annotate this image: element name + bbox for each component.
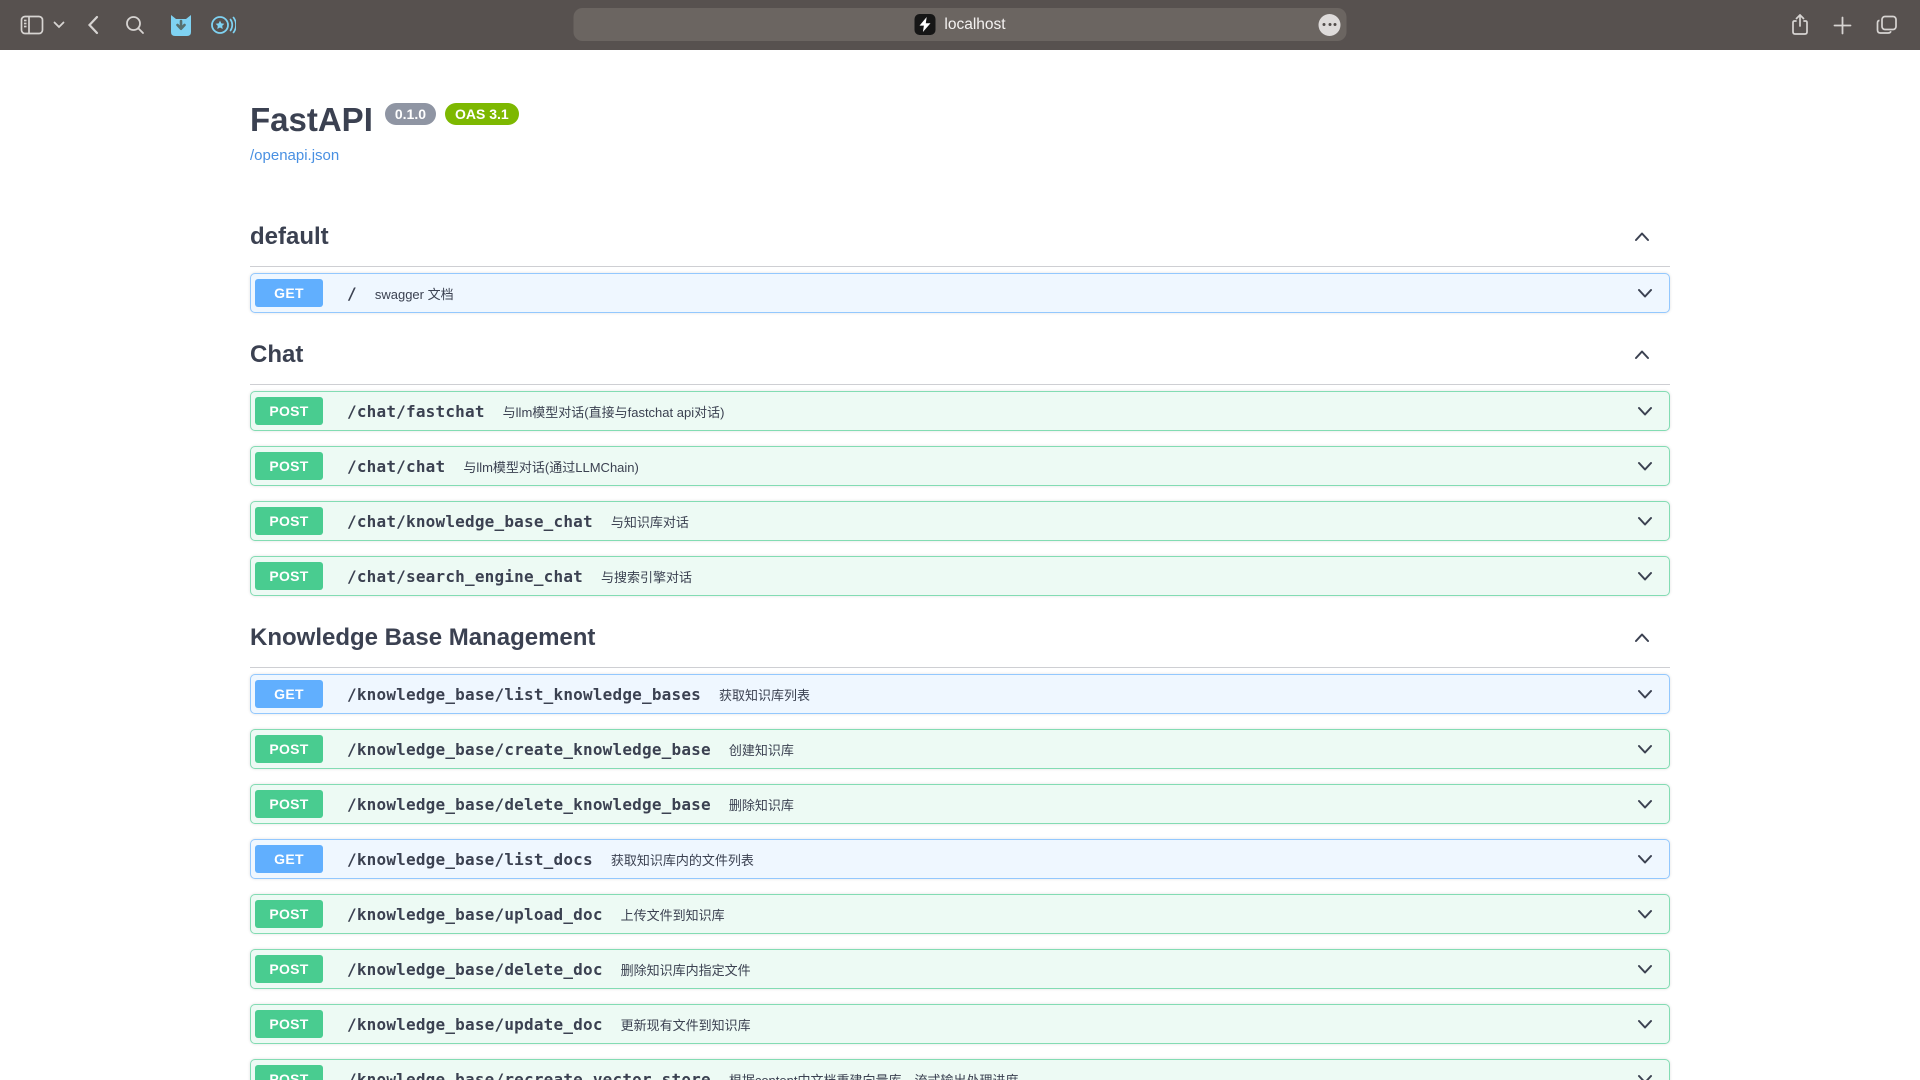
page-title: FastAPI bbox=[250, 100, 373, 140]
section-title: default bbox=[250, 223, 329, 251]
hush-extension-icon[interactable] bbox=[210, 13, 236, 37]
section-title: Chat bbox=[250, 341, 303, 369]
endpoint-path: /chat/knowledge_base_chat bbox=[347, 512, 593, 531]
method-badge: POST bbox=[255, 1010, 323, 1038]
endpoint-row[interactable]: POST/chat/search_engine_chat 与搜索引擎对话 bbox=[250, 556, 1670, 596]
swagger-page: FastAPI 0.1.0 OAS 3.1 /openapi.json defa… bbox=[0, 50, 1920, 1080]
endpoint-path: /knowledge_base/create_knowledge_base bbox=[347, 740, 711, 759]
chevron-down-icon[interactable] bbox=[53, 21, 65, 29]
openapi-spec-link[interactable]: /openapi.json bbox=[250, 147, 339, 164]
expand-endpoint-icon[interactable] bbox=[1635, 684, 1655, 704]
expand-endpoint-icon[interactable] bbox=[1635, 511, 1655, 531]
oas-badge: OAS 3.1 bbox=[445, 103, 519, 125]
expand-endpoint-icon[interactable] bbox=[1635, 1014, 1655, 1034]
method-badge: POST bbox=[255, 562, 323, 590]
method-badge: GET bbox=[255, 279, 323, 307]
browser-toolbar: localhost bbox=[0, 0, 1920, 50]
method-badge: POST bbox=[255, 397, 323, 425]
method-badge: GET bbox=[255, 845, 323, 873]
endpoint-path: /knowledge_base/update_doc bbox=[347, 1015, 603, 1034]
endpoint-row[interactable]: POST/knowledge_base/delete_doc 删除知识库内指定文件 bbox=[250, 949, 1670, 989]
expand-endpoint-icon[interactable] bbox=[1635, 283, 1655, 303]
endpoint-path: /knowledge_base/list_docs bbox=[347, 850, 593, 869]
section-title: Knowledge Base Management bbox=[250, 624, 595, 652]
share-icon[interactable] bbox=[1791, 14, 1809, 36]
new-tab-icon[interactable] bbox=[1833, 16, 1852, 35]
expand-endpoint-icon[interactable] bbox=[1635, 1069, 1655, 1080]
endpoint-row[interactable]: GET / swagger 文档 bbox=[250, 273, 1670, 313]
endpoint-summary: swagger 文档 bbox=[375, 284, 454, 303]
expand-endpoint-icon[interactable] bbox=[1635, 849, 1655, 869]
endpoint-row[interactable]: POST/chat/chat 与llm模型对话(通过LLMChain) bbox=[250, 446, 1670, 486]
endpoint-row[interactable]: POST/chat/fastchat 与llm模型对话(直接与fastchat a… bbox=[250, 391, 1670, 431]
version-badge: 0.1.0 bbox=[385, 103, 436, 125]
endpoint-summary: 上传文件到知识库 bbox=[621, 905, 725, 924]
url-host: localhost bbox=[944, 16, 1005, 34]
endpoint-summary: 获取知识库列表 bbox=[719, 685, 810, 704]
back-icon[interactable] bbox=[87, 15, 99, 35]
address-bar[interactable]: localhost bbox=[574, 8, 1347, 41]
endpoint-path: /chat/fastchat bbox=[347, 402, 485, 421]
collapse-section-icon[interactable] bbox=[1632, 628, 1652, 648]
endpoint-summary: 创建知识库 bbox=[729, 740, 794, 759]
expand-endpoint-icon[interactable] bbox=[1635, 794, 1655, 814]
expand-endpoint-icon[interactable] bbox=[1635, 904, 1655, 924]
method-badge: POST bbox=[255, 790, 323, 818]
api-section: Chat POST/chat/fastchat 与llm模型对话(直接与fastch… bbox=[250, 341, 1670, 596]
endpoint-summary: 获取知识库内的文件列表 bbox=[611, 850, 754, 869]
endpoint-summary: 更新现有文件到知识库 bbox=[621, 1015, 751, 1034]
endpoint-summary: 与llm模型对话(通过LLMChain) bbox=[463, 457, 639, 476]
endpoint-path: / bbox=[347, 284, 357, 303]
method-badge: GET bbox=[255, 680, 323, 708]
fastapi-favicon bbox=[914, 14, 935, 35]
method-badge: POST bbox=[255, 507, 323, 535]
endpoint-summary: 删除知识库 bbox=[729, 795, 794, 814]
endpoint-row[interactable]: POST/knowledge_base/delete_knowledge_bas… bbox=[250, 784, 1670, 824]
collapse-section-icon[interactable] bbox=[1632, 345, 1652, 365]
page-settings-button[interactable] bbox=[1319, 14, 1341, 36]
sidebar-toggle-icon[interactable] bbox=[20, 15, 44, 35]
endpoint-path: /knowledge_base/list_knowledge_bases bbox=[347, 685, 701, 704]
collapse-section-icon[interactable] bbox=[1632, 227, 1652, 247]
expand-endpoint-icon[interactable] bbox=[1635, 456, 1655, 476]
tab-overview-icon[interactable] bbox=[1876, 15, 1898, 35]
api-sections: default GET / swagger 文档 Chat POST/chat/fastc… bbox=[250, 223, 1670, 1080]
section-header[interactable]: Knowledge Base Management bbox=[250, 624, 1670, 668]
endpoint-row[interactable]: POST/knowledge_base/upload_doc 上传文件到知识库 bbox=[250, 894, 1670, 934]
expand-endpoint-icon[interactable] bbox=[1635, 739, 1655, 759]
endpoint-path: /knowledge_base/upload_doc bbox=[347, 905, 603, 924]
expand-endpoint-icon[interactable] bbox=[1635, 401, 1655, 421]
api-info: FastAPI 0.1.0 OAS 3.1 /openapi.json bbox=[250, 50, 1670, 165]
method-badge: POST bbox=[255, 900, 323, 928]
search-icon[interactable] bbox=[125, 15, 145, 35]
section-header[interactable]: Chat bbox=[250, 341, 1670, 385]
endpoint-row[interactable]: POST/chat/knowledge_base_chat 与知识库对话 bbox=[250, 501, 1670, 541]
api-section: default GET / swagger 文档 bbox=[250, 223, 1670, 313]
method-badge: POST bbox=[255, 1065, 323, 1080]
endpoint-path: /chat/search_engine_chat bbox=[347, 567, 583, 586]
endpoint-row[interactable]: GET/knowledge_base/list_docs 获取知识库内的文件列表 bbox=[250, 839, 1670, 879]
endpoint-row[interactable]: POST/knowledge_base/update_doc 更新现有文件到知识库 bbox=[250, 1004, 1670, 1044]
endpoint-summary: 与llm模型对话(直接与fastchat api对话) bbox=[503, 402, 725, 421]
expand-endpoint-icon[interactable] bbox=[1635, 566, 1655, 586]
section-header[interactable]: default bbox=[250, 223, 1670, 267]
endpoint-path: /knowledge_base/delete_doc bbox=[347, 960, 603, 979]
endpoint-row[interactable]: GET/knowledge_base/list_knowledge_bases 获… bbox=[250, 674, 1670, 714]
adblock-extension-icon[interactable] bbox=[169, 12, 193, 38]
expand-endpoint-icon[interactable] bbox=[1635, 959, 1655, 979]
api-section: Knowledge Base Management GET/knowledge_b… bbox=[250, 624, 1670, 1080]
endpoint-summary: 删除知识库内指定文件 bbox=[621, 960, 751, 979]
method-badge: POST bbox=[255, 735, 323, 763]
endpoint-summary: 根据content中文档重建向量库，流式输出处理进度。 bbox=[729, 1070, 1032, 1080]
endpoint-row[interactable]: POST/knowledge_base/recreate_vector_stor… bbox=[250, 1059, 1670, 1080]
endpoint-summary: 与知识库对话 bbox=[611, 512, 689, 531]
method-badge: POST bbox=[255, 955, 323, 983]
endpoint-summary: 与搜索引擎对话 bbox=[601, 567, 692, 586]
endpoint-row[interactable]: POST/knowledge_base/create_knowledge_bas… bbox=[250, 729, 1670, 769]
endpoint-path: /chat/chat bbox=[347, 457, 445, 476]
endpoint-path: /knowledge_base/delete_knowledge_base bbox=[347, 795, 711, 814]
method-badge: POST bbox=[255, 452, 323, 480]
endpoint-path: /knowledge_base/recreate_vector_store bbox=[347, 1070, 711, 1080]
